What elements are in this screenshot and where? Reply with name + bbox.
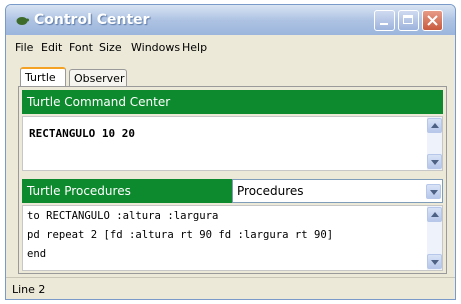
procedures-editor[interactable]: to RECTANGULO :altura :largura pd repeat… xyxy=(22,205,443,271)
command-center-header: Turtle Command Center xyxy=(22,90,443,114)
chevron-up-icon xyxy=(431,212,439,217)
procedures-header: Turtle Procedures xyxy=(22,179,232,203)
status-bar: Line 2 xyxy=(6,277,455,299)
command-text: RECTANGULO 10 20 xyxy=(29,127,135,140)
turtle-panel: Turtle Command Center RECTANGULO 10 20 T… xyxy=(18,86,447,274)
menu-file[interactable]: File xyxy=(15,41,33,54)
command-center-input[interactable]: RECTANGULO 10 20 xyxy=(22,116,443,171)
dropdown-button[interactable] xyxy=(426,184,441,199)
command-scrollbar[interactable] xyxy=(427,117,442,170)
chevron-up-icon xyxy=(431,123,439,128)
menu-help[interactable]: Help xyxy=(182,41,207,54)
menu-windows[interactable]: Windows xyxy=(131,41,180,54)
menu-edit[interactable]: Edit xyxy=(41,41,62,54)
minimize-icon xyxy=(380,23,388,25)
close-button[interactable] xyxy=(422,10,443,31)
maximize-button[interactable] xyxy=(398,10,419,31)
code-line: end xyxy=(27,248,47,260)
status-text: Line 2 xyxy=(12,283,46,296)
tab-turtle[interactable]: Turtle xyxy=(20,67,66,86)
scroll-up-button[interactable] xyxy=(427,118,442,133)
procedures-dropdown[interactable]: Procedures xyxy=(232,179,443,203)
close-icon xyxy=(427,15,438,26)
code-line: pd repeat 2 [fd :altura rt 90 fd :largur… xyxy=(27,229,334,241)
chevron-down-icon xyxy=(430,190,438,195)
minimize-button[interactable] xyxy=(374,10,395,31)
scroll-up-button[interactable] xyxy=(427,207,442,222)
scroll-down-button[interactable] xyxy=(427,254,442,269)
scroll-down-button[interactable] xyxy=(427,154,442,169)
procedures-dropdown-value: Procedures xyxy=(237,184,304,198)
window-title: Control Center xyxy=(34,12,150,28)
menu-bar: File Edit Font Size Windows Help xyxy=(6,39,455,57)
menu-size[interactable]: Size xyxy=(99,41,122,54)
menu-font[interactable]: Font xyxy=(69,41,93,54)
maximize-icon xyxy=(403,15,413,24)
code-line: to RECTANGULO :altura :largura xyxy=(27,210,219,222)
control-center-window: Control Center File Edit Font Size Windo… xyxy=(5,4,456,300)
chevron-down-icon xyxy=(431,160,439,165)
chevron-down-icon xyxy=(431,260,439,265)
tab-observer[interactable]: Observer xyxy=(69,69,127,86)
turtle-icon xyxy=(16,17,29,25)
title-bar[interactable]: Control Center xyxy=(6,5,455,35)
procedures-scrollbar[interactable] xyxy=(427,206,442,270)
